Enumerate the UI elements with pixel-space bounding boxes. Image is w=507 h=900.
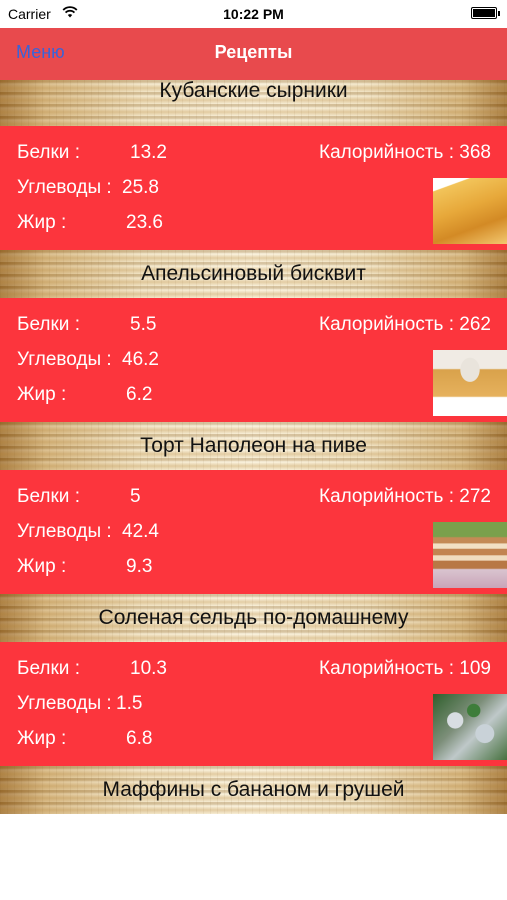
navigation-bar: Меню Рецепты (0, 28, 507, 80)
protein-label: Белки : (17, 314, 80, 335)
carbs-label: Углеводы : (17, 521, 112, 542)
recipe-card[interactable]: Белки : 5.5 Углеводы : 46.2 Жир : 6.2 Ка… (0, 298, 507, 422)
protein-value: 13.2 (130, 142, 167, 163)
calories-label: Калорийность : 109 (319, 658, 491, 679)
protein-label: Белки : (17, 142, 80, 163)
fat-label: Жир : (17, 384, 67, 405)
carbs-value: 1.5 (116, 693, 143, 714)
carbs-label: Углеводы : (17, 349, 112, 370)
fat-label: Жир : (17, 212, 67, 233)
protein-value: 5 (130, 486, 141, 507)
recipe-photo (433, 178, 507, 244)
carbs-value: 46.2 (122, 349, 159, 370)
recipe-photo (433, 522, 507, 588)
recipe-card[interactable]: Белки : 13.2 Углеводы : 25.8 Жир : 23.6 … (0, 126, 507, 250)
calories-label: Калорийность : 262 (319, 314, 491, 335)
recipe-photo (433, 350, 507, 416)
protein-label: Белки : (17, 486, 80, 507)
recipe-title-bar[interactable]: Торт Наполеон на пиве (0, 422, 507, 470)
carbs-value: 42.4 (122, 521, 159, 542)
battery-icon (471, 7, 500, 19)
calories-label: Калорийность : 368 (319, 142, 491, 163)
recipe-title-bar[interactable]: Соленая сельдь по-домашнему (0, 594, 507, 642)
recipe-title-bar[interactable]: Кубанские сырники (0, 80, 507, 126)
protein-value: 5.5 (130, 314, 157, 335)
clock: 10:22 PM (223, 6, 284, 22)
recipe-title-bar[interactable]: Апельсиновый бисквит (0, 250, 507, 298)
fat-value: 6.8 (126, 728, 153, 749)
carbs-label: Углеводы : (17, 177, 112, 198)
protein-value: 10.3 (130, 658, 167, 679)
recipe-photo (433, 694, 507, 760)
recipe-title: Апельсиновый бисквит (141, 262, 366, 285)
recipe-list[interactable]: Кубанские сырники Белки : 13.2 Углеводы … (0, 80, 507, 900)
page-title: Рецепты (214, 42, 293, 62)
recipe-title: Соленая сельдь по-домашнему (98, 606, 409, 629)
carbs-label: Углеводы : (17, 693, 112, 714)
fat-value: 9.3 (126, 556, 153, 577)
recipe-title: Кубанские сырники (159, 80, 348, 102)
recipe-title-bar[interactable]: Маффины с бананом и грушей (0, 766, 507, 814)
status-bar: Carrier 10:22 PM (0, 0, 507, 28)
protein-label: Белки : (17, 658, 80, 679)
fat-value: 23.6 (126, 212, 163, 233)
carbs-value: 25.8 (122, 177, 159, 198)
fat-label: Жир : (17, 556, 67, 577)
recipe-title: Торт Наполеон на пиве (140, 434, 367, 457)
recipe-title: Маффины с бананом и грушей (102, 778, 405, 801)
fat-label: Жир : (17, 728, 67, 749)
calories-label: Калорийность : 272 (319, 486, 491, 507)
recipe-card[interactable]: Белки : 10.3 Углеводы : 1.5 Жир : 6.8 Ка… (0, 642, 507, 766)
recipe-card[interactable]: Белки : 5 Углеводы : 42.4 Жир : 9.3 Кало… (0, 470, 507, 594)
fat-value: 6.2 (126, 384, 153, 405)
